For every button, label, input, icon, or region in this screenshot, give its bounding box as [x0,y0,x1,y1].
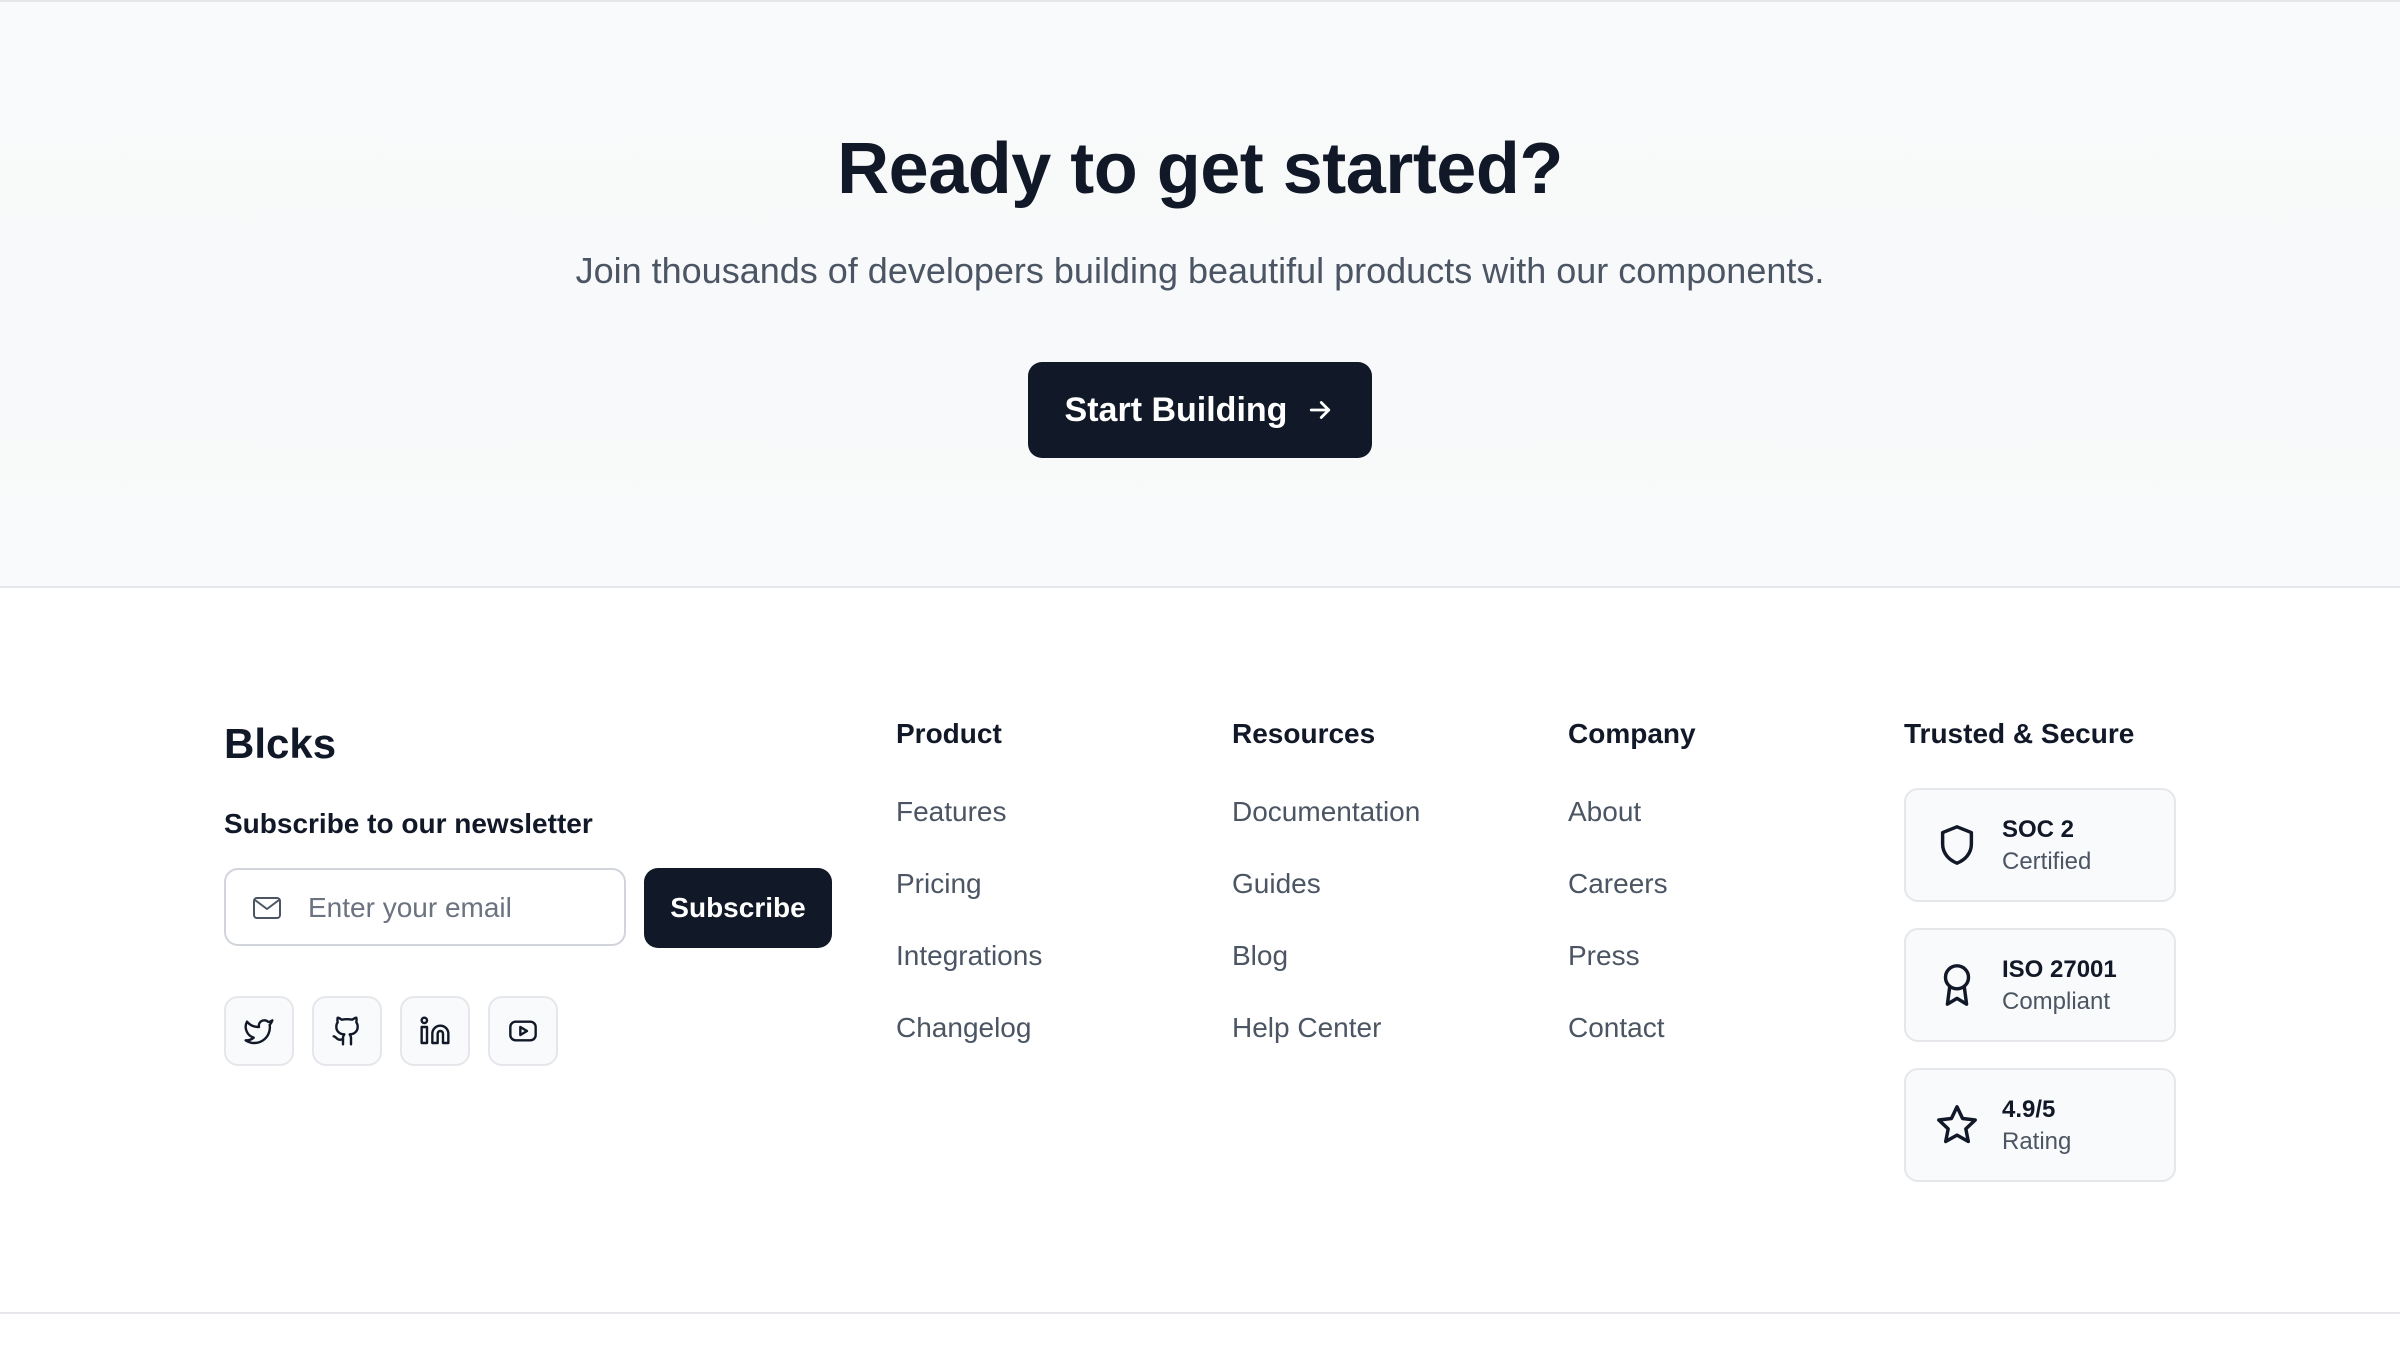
arrow-right-icon [1310,401,1331,419]
newsletter-title: Subscribe to our newsletter [224,808,593,839]
badge-rating: 4.9/5 Rating [1904,1068,2176,1182]
bottom-divider [0,1312,2400,1314]
youtube-icon [509,1020,537,1042]
shield-icon [1940,825,1974,865]
twitter-icon [244,1019,274,1045]
badge-subtitle: Certified [2002,848,2092,875]
footer-link-press[interactable]: Press [1568,940,1640,972]
award-icon [1943,964,1971,1006]
cta-subtitle: Join thousands of developers building be… [575,250,1825,291]
badge-title: 4.9/5 [2002,1096,2056,1123]
mail-icon [253,897,281,919]
footer-link-careers[interactable]: Careers [1568,868,1668,900]
twitter-link[interactable] [224,996,294,1066]
footer-link-features[interactable]: Features [896,796,1007,828]
site-footer: Blcks Subscribe to our newsletter Subscr… [0,588,2400,1314]
star-icon [1937,1105,1977,1144]
cta-title: Ready to get started? [837,129,1563,209]
start-building-button[interactable]: Start Building [1028,362,1372,458]
subscribe-button[interactable]: Subscribe [644,868,832,948]
footer-link-about[interactable]: About [1568,796,1641,828]
trust-column-title: Trusted & Secure [1904,718,2135,749]
product-column-title: Product [896,718,1002,749]
cta-section: Ready to get started? Join thousands of … [0,2,2400,588]
footer-link-blog[interactable]: Blog [1232,940,1288,972]
company-column-title: Company [1568,718,1696,749]
badge-title: ISO 27001 [2002,956,2117,983]
badge-title: SOC 2 [2002,816,2075,843]
badge-subtitle: Rating [2002,1128,2072,1155]
github-icon [332,1016,359,1046]
linkedin-icon [420,1016,450,1045]
email-field-wrapper [224,868,626,946]
start-building-label: Start Building [1064,390,1288,429]
badge-iso: ISO 27001 Compliant [1904,928,2176,1042]
footer-link-changelog[interactable]: Changelog [896,1012,1031,1044]
github-link[interactable] [312,996,382,1066]
footer-link-guides[interactable]: Guides [1232,868,1321,900]
email-input[interactable] [306,870,610,946]
resources-column-title: Resources [1232,718,1376,749]
brand-logo[interactable]: Blcks [224,720,336,768]
badge-soc2: SOC 2 Certified [1904,788,2176,902]
badge-subtitle: Compliant [2002,988,2111,1015]
footer-link-pricing[interactable]: Pricing [896,868,982,900]
linkedin-link[interactable] [400,996,470,1066]
footer-link-documentation[interactable]: Documentation [1232,796,1420,828]
footer-link-help-center[interactable]: Help Center [1232,1012,1381,1044]
footer-link-contact[interactable]: Contact [1568,1012,1665,1044]
youtube-link[interactable] [488,996,558,1066]
footer-link-integrations[interactable]: Integrations [896,940,1042,972]
